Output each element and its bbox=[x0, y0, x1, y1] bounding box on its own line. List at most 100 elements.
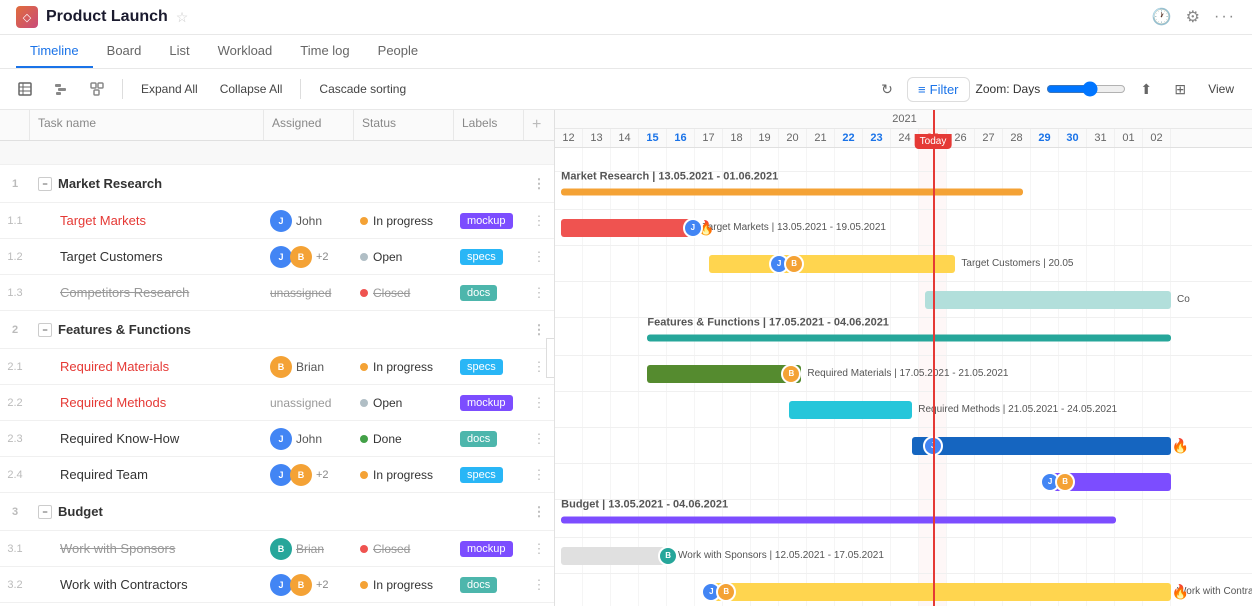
expand-icon[interactable]: − bbox=[38, 505, 52, 519]
tab-board[interactable]: Board bbox=[93, 35, 156, 68]
avatar: B bbox=[290, 464, 312, 486]
status-dot bbox=[360, 545, 368, 553]
gantt-day-19: 19 bbox=[751, 129, 779, 147]
table-row bbox=[0, 141, 554, 165]
settings-icon[interactable]: ⚙ bbox=[1186, 7, 1200, 27]
task-name-cell: Target Customers bbox=[30, 245, 264, 268]
menu-cell[interactable]: ⋮ bbox=[524, 500, 554, 524]
plus-badge: +2 bbox=[316, 469, 329, 481]
task-name: Budget bbox=[58, 504, 103, 519]
row-num: 3.1 bbox=[0, 539, 30, 559]
gantt-bar-2: Features & Functions | 17.05.2021 - 04.0… bbox=[647, 335, 1171, 342]
gantt-year-cell: 2021 bbox=[555, 110, 1252, 128]
menu-cell[interactable]: ⋮ bbox=[524, 537, 554, 561]
assigned-cell: J B +2 bbox=[264, 570, 354, 600]
gantt-rows-container: Today Market Research | 13.05.2021 - 01.… bbox=[555, 148, 1252, 606]
row-num: 2 bbox=[0, 320, 30, 340]
status-cell: Closed bbox=[354, 538, 454, 560]
task-name-cell: − Market Research bbox=[30, 172, 264, 195]
task-name: Target Customers bbox=[60, 249, 163, 264]
col-header-taskname: Task name bbox=[30, 110, 264, 140]
filter-button[interactable]: ≡ Filter bbox=[907, 77, 969, 102]
task-name: Required Know-How bbox=[60, 431, 179, 446]
col-header-add[interactable]: + bbox=[524, 110, 554, 140]
tab-timelog[interactable]: Time log bbox=[286, 35, 363, 68]
menu-cell[interactable]: ⋮ bbox=[524, 172, 554, 196]
status-cell: In progress bbox=[354, 464, 454, 486]
menu-cell[interactable]: ⋮ bbox=[524, 427, 554, 451]
assigned-name: unassigned bbox=[270, 286, 331, 300]
app-header: ◇ Product Launch ☆ 🕐 ⚙ ··· bbox=[0, 0, 1252, 35]
table-row-group-3: 3 − Budget ⋮ bbox=[0, 493, 554, 531]
label-cell: mockup bbox=[454, 208, 524, 233]
collapse-all-button[interactable]: Collapse All bbox=[212, 78, 291, 100]
task-name: Market Research bbox=[58, 176, 162, 191]
more-icon[interactable]: ··· bbox=[1214, 8, 1236, 26]
status-cell: Closed bbox=[354, 282, 454, 304]
menu-cell[interactable]: ⋮ bbox=[524, 209, 554, 233]
menu-cell[interactable]: ⋮ bbox=[524, 391, 554, 415]
assigned-cell: B Brian bbox=[264, 352, 354, 382]
history-icon[interactable]: 🕐 bbox=[1152, 7, 1172, 27]
label-cell: docs bbox=[454, 280, 524, 305]
tab-people[interactable]: People bbox=[364, 35, 432, 68]
gantt-bar-label: Required Methods | 21.05.2021 - 24.05.20… bbox=[789, 404, 1117, 415]
view-button[interactable]: View bbox=[1200, 78, 1242, 100]
cascade-sorting-button[interactable]: Cascade sorting bbox=[311, 78, 414, 100]
view-toggle-btn-2[interactable] bbox=[46, 78, 76, 100]
menu-cell[interactable]: ⋮ bbox=[524, 281, 554, 305]
table-row-1-1: 1.1 Target Markets J John In progress mo… bbox=[0, 203, 554, 239]
refresh-icon[interactable]: ↻ bbox=[873, 75, 901, 103]
menu-cell[interactable]: ⋮ bbox=[524, 573, 554, 597]
favorite-icon[interactable]: ☆ bbox=[176, 9, 189, 26]
menu-cell[interactable]: ⋮ bbox=[524, 463, 554, 487]
gantt-bar-2.2: Required Methods | 21.05.2021 - 24.05.20… bbox=[789, 401, 912, 419]
tab-list[interactable]: List bbox=[155, 35, 203, 68]
collapse-panel-toggle[interactable]: ‹ bbox=[546, 338, 555, 378]
status-text: In progress bbox=[373, 360, 433, 374]
expand-all-button[interactable]: Expand All bbox=[133, 78, 206, 100]
menu-cell[interactable]: ⋮ bbox=[524, 245, 554, 269]
avatar: J bbox=[270, 464, 292, 486]
task-name: Required Materials bbox=[60, 359, 169, 374]
task-name: Features & Functions bbox=[58, 322, 191, 337]
gantt-day-15: 15 bbox=[639, 129, 667, 147]
gantt-bar-1.2: Target Customers | 20.05 bbox=[709, 255, 955, 273]
toolbar-separator-2 bbox=[300, 79, 301, 99]
label-cell: docs bbox=[454, 426, 524, 451]
view-toggle-btn-3[interactable] bbox=[82, 78, 112, 100]
expand-icon[interactable]: − bbox=[38, 323, 52, 337]
table-row-1-3: 1.3 Competitors Research unassigned Clos… bbox=[0, 275, 554, 311]
task-name: Competitors Research bbox=[60, 285, 189, 300]
tab-workload[interactable]: Workload bbox=[204, 35, 287, 68]
columns-icon[interactable]: ⊞ bbox=[1166, 75, 1194, 103]
row-num: 1.1 bbox=[0, 211, 30, 231]
gantt-section: 2021 12131415161718192021222324252627282… bbox=[555, 110, 1252, 606]
app-title: Product Launch bbox=[46, 8, 168, 26]
tab-timeline[interactable]: Timeline bbox=[16, 35, 93, 68]
label-badge: mockup bbox=[460, 541, 513, 557]
view-toggle-btn-1[interactable] bbox=[10, 78, 40, 100]
status-cell: Done bbox=[354, 428, 454, 450]
plus-badge: +2 bbox=[316, 579, 329, 591]
label-badge: specs bbox=[460, 249, 503, 265]
gantt-header: 2021 12131415161718192021222324252627282… bbox=[555, 110, 1252, 148]
label-cell: specs bbox=[454, 462, 524, 487]
nav-tabs: Timeline Board List Workload Time log Pe… bbox=[0, 35, 1252, 69]
col-header-assigned: Assigned bbox=[264, 110, 354, 140]
zoom-slider[interactable] bbox=[1046, 81, 1126, 97]
task-name-cell: Required Materials bbox=[30, 355, 264, 378]
gantt-bar-label: Required Materials | 17.05.2021 - 21.05.… bbox=[647, 368, 1008, 379]
gantt-row-1.3: Co bbox=[555, 282, 1252, 318]
expand-icon[interactable]: − bbox=[38, 177, 52, 191]
gantt-bar-label: Work with Contractors | bbox=[709, 586, 1252, 597]
assigned-cell bbox=[264, 508, 354, 516]
gantt-day-20: 20 bbox=[779, 129, 807, 147]
task-name: Work with Contractors bbox=[60, 577, 188, 592]
assigned-cell: J John bbox=[264, 424, 354, 454]
gantt-day-27: 27 bbox=[975, 129, 1003, 147]
gantt-row-spacer bbox=[555, 148, 1252, 172]
export-icon[interactable]: ⬆ bbox=[1132, 75, 1160, 103]
avatar: B bbox=[270, 356, 292, 378]
table-row-3-2: 3.2 Work with Contractors J B +2 In prog… bbox=[0, 567, 554, 603]
